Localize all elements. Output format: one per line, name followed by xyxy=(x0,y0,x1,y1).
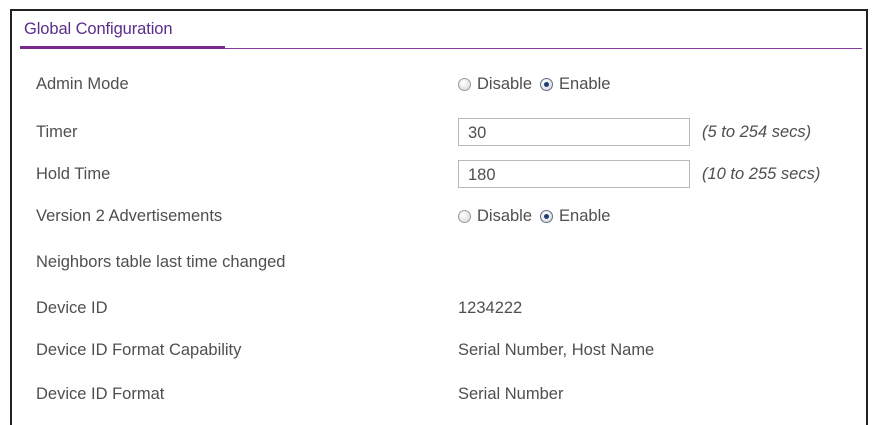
device-id-format-capability-value: Serial Number, Host Name xyxy=(458,341,655,359)
neighbors-table-changed-row: Neighbors table last time changed xyxy=(12,251,866,281)
v2-advertisements-disable-radio[interactable] xyxy=(458,209,471,223)
v2-advertisements-enable-radio[interactable] xyxy=(540,209,554,223)
device-id-label: Device ID xyxy=(36,299,108,317)
global-configuration-panel: Global Configuration Admin Mode Disable … xyxy=(10,9,868,425)
v2-advertisements-enable-label[interactable]: Enable xyxy=(559,207,610,226)
device-id-format-capability-row: Device ID Format Capability Serial Numbe… xyxy=(12,339,866,369)
device-id-format-label: Device ID Format xyxy=(36,385,165,403)
admin-mode-disable-radio[interactable] xyxy=(458,77,471,91)
admin-mode-radio-group: Disable Enable xyxy=(458,73,618,95)
hold-time-row: Hold Time (10 to 255 secs) xyxy=(12,160,866,193)
device-id-format-value: Serial Number xyxy=(458,385,564,403)
v2-advertisements-disable-label[interactable]: Disable xyxy=(477,207,532,226)
device-id-value: 1234222 xyxy=(458,299,523,317)
neighbors-table-changed-label: Neighbors table last time changed xyxy=(36,253,286,271)
admin-mode-label: Admin Mode xyxy=(36,75,129,93)
admin-mode-row: Admin Mode Disable Enable xyxy=(12,73,866,103)
timer-row: Timer (5 to 254 secs) xyxy=(12,118,866,151)
timer-input[interactable] xyxy=(458,118,690,146)
admin-mode-enable-label[interactable]: Enable xyxy=(559,75,610,94)
admin-mode-enable-radio[interactable] xyxy=(540,77,554,91)
device-id-format-capability-label: Device ID Format Capability xyxy=(36,341,242,359)
v2-advertisements-row: Version 2 Advertisements Disable Enable xyxy=(12,205,866,235)
v2-advertisements-label: Version 2 Advertisements xyxy=(36,207,223,225)
v2-advertisements-radio-group: Disable Enable xyxy=(458,205,618,227)
admin-mode-disable-label[interactable]: Disable xyxy=(477,75,532,94)
section-title: Global Configuration xyxy=(24,20,173,38)
device-id-row: Device ID 1234222 xyxy=(12,297,866,327)
section-divider xyxy=(20,46,862,49)
hold-time-label: Hold Time xyxy=(36,165,111,183)
timer-label: Timer xyxy=(36,123,78,141)
timer-range-hint: (5 to 254 secs) xyxy=(702,123,812,141)
hold-time-range-hint: (10 to 255 secs) xyxy=(702,165,821,183)
device-id-format-row: Device ID Format Serial Number xyxy=(12,383,866,413)
hold-time-input[interactable] xyxy=(458,160,690,188)
